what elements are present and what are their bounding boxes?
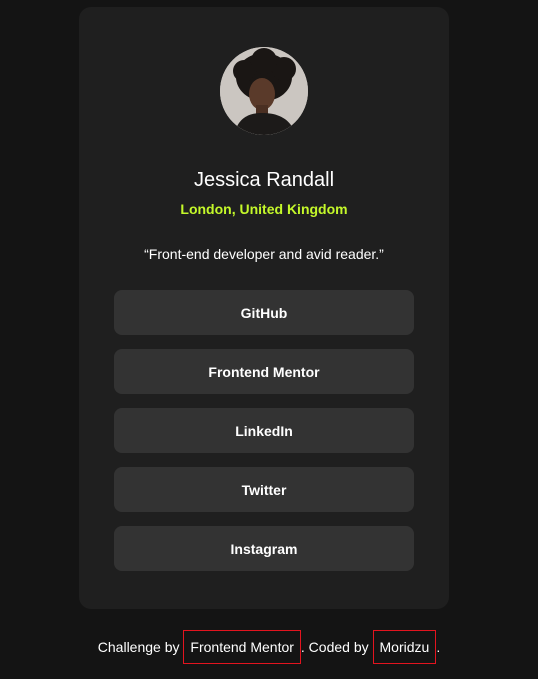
attribution-suffix: . (436, 639, 441, 655)
profile-location: London, United Kingdom (180, 201, 348, 217)
attribution-prefix: Challenge by (97, 639, 184, 655)
author-link[interactable]: Moridzu (372, 630, 437, 664)
twitter-link-button[interactable]: Twitter (114, 467, 414, 512)
profile-card: Jessica Randall London, United Kingdom “… (79, 7, 449, 609)
attribution-middle: . Coded by (300, 639, 373, 655)
profile-name: Jessica Randall (193, 169, 335, 191)
frontend-mentor-link-button[interactable]: Frontend Mentor (114, 349, 414, 394)
attribution: Challenge by Frontend Mentor. Coded by M… (0, 630, 538, 664)
avatar (220, 47, 308, 135)
challenge-link[interactable]: Frontend Mentor (183, 630, 301, 664)
github-link-button[interactable]: GitHub (114, 290, 414, 335)
linkedin-link-button[interactable]: LinkedIn (114, 408, 414, 453)
social-links: GitHub Frontend Mentor LinkedIn Twitter … (114, 290, 414, 585)
avatar-photo (220, 47, 308, 135)
instagram-link-button[interactable]: Instagram (114, 526, 414, 571)
profile-bio: “Front-end developer and avid reader.” (144, 246, 384, 262)
